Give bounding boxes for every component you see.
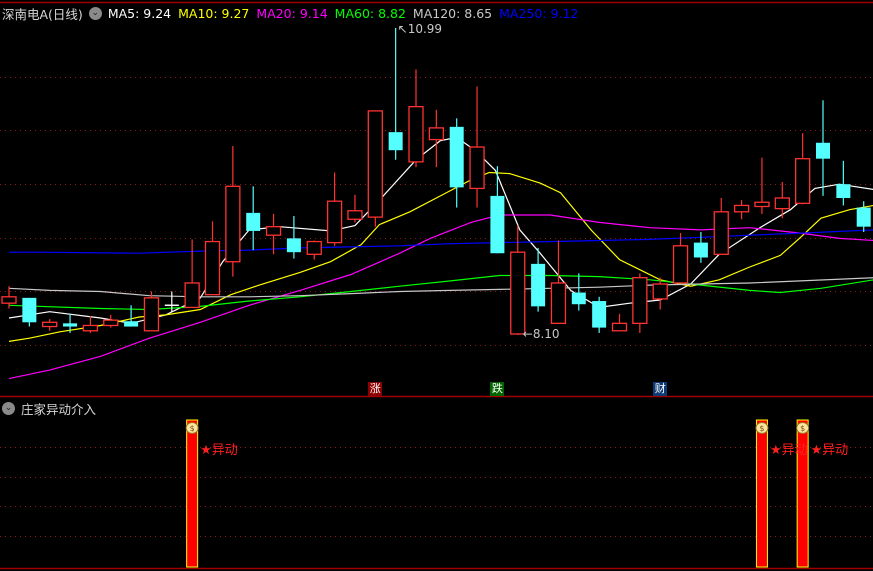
event-marker[interactable]: 跌 bbox=[490, 382, 505, 396]
ma60-line bbox=[8, 274, 873, 311]
low-price-label: ←8.10 bbox=[522, 327, 560, 342]
signal-annotation: ★异动 bbox=[200, 443, 238, 458]
candle-body-up bbox=[82, 324, 99, 332]
high-price-label: ↖10.99 bbox=[397, 22, 443, 37]
signal-annotation: ★异动 bbox=[810, 443, 849, 458]
signal-bar bbox=[755, 419, 768, 568]
candle-body-up bbox=[103, 319, 119, 327]
candle-body-up bbox=[306, 240, 322, 255]
chevron-down-icon[interactable]: ⌄ bbox=[88, 6, 102, 20]
low-price-value: 8.10 bbox=[532, 327, 560, 342]
candle-body-up bbox=[611, 322, 628, 332]
money-bag-symbol: $ bbox=[759, 424, 764, 433]
candle-body-up bbox=[408, 105, 424, 163]
candle-body-up bbox=[550, 282, 567, 324]
money-bag-symbol: $ bbox=[190, 424, 195, 433]
candle-body-down bbox=[816, 142, 830, 159]
candle-body-up bbox=[225, 185, 241, 263]
candlestick-chart[interactable]: $ $ $ bbox=[0, 0, 873, 571]
signal-annotation: ★异动 bbox=[769, 443, 808, 458]
candle-body-down bbox=[286, 238, 301, 253]
candle-body-up bbox=[1, 296, 17, 304]
indicator-title: 庄家异动介入 bbox=[21, 402, 97, 417]
candle-body-up bbox=[367, 110, 383, 218]
ma5-line bbox=[8, 136, 873, 324]
ma250-line bbox=[9, 229, 873, 254]
candle-body-down bbox=[571, 292, 586, 305]
candle-body-down bbox=[246, 212, 261, 231]
candle-body-up bbox=[733, 204, 750, 213]
candle-body-down bbox=[856, 207, 871, 227]
candle-body-up bbox=[265, 226, 282, 236]
ma5-label: MA5: 9.24 bbox=[107, 5, 172, 21]
chart-legend: 深南电A(日线) ⌄ MA5: 9.24 MA10: 9.27 MA20: 9.… bbox=[2, 4, 585, 22]
candle-body-down bbox=[592, 301, 607, 328]
candle-body-up bbox=[672, 245, 689, 284]
candle-body-up bbox=[510, 251, 526, 335]
ma10-line bbox=[8, 171, 873, 342]
high-price-value: 10.99 bbox=[407, 22, 443, 37]
ma120-line bbox=[8, 277, 873, 298]
ma20-label: MA20: 9.14 bbox=[256, 5, 328, 21]
candle-body-down bbox=[531, 263, 546, 307]
candle-body-up bbox=[632, 277, 648, 324]
ma10-label: MA10: 9.27 bbox=[178, 5, 250, 21]
candle-body-up bbox=[652, 283, 668, 300]
candle-body-up bbox=[143, 297, 160, 332]
ma60-label: MA60: 8.82 bbox=[334, 5, 406, 21]
candle-body-up bbox=[713, 211, 729, 255]
candle-body-up bbox=[184, 282, 200, 309]
candle-body-down bbox=[449, 126, 464, 188]
ma20-line bbox=[8, 214, 873, 380]
candle-body-down bbox=[388, 132, 403, 151]
candle-body-up bbox=[774, 197, 790, 210]
event-marker[interactable]: 涨 bbox=[368, 382, 383, 396]
candle-body-down bbox=[836, 184, 851, 199]
candle-body-up bbox=[795, 158, 811, 204]
candle-body-down bbox=[693, 242, 708, 258]
candle-body-up bbox=[326, 200, 343, 244]
stock-title: 深南电A(日线) bbox=[2, 6, 83, 22]
chevron-down-icon[interactable]: ⌄ bbox=[2, 402, 15, 415]
candle-body-down bbox=[124, 321, 139, 327]
candle-body-down bbox=[63, 323, 78, 327]
money-bag-symbol: $ bbox=[800, 424, 805, 433]
candle-body-up bbox=[428, 127, 445, 141]
candle-body-up bbox=[754, 201, 770, 208]
candle-body-up bbox=[42, 321, 58, 328]
candle-body-up bbox=[469, 146, 485, 190]
signal-bar bbox=[186, 419, 199, 568]
ma250-label: MA250: 9.12 bbox=[499, 5, 579, 21]
candle-body-down bbox=[490, 195, 505, 254]
ma120-label: MA120: 8.65 bbox=[412, 5, 493, 21]
event-marker[interactable]: 财 bbox=[653, 382, 668, 396]
indicator-panel-header: ⌄ 庄家异动介入 bbox=[2, 399, 96, 418]
candle-body-up bbox=[347, 210, 363, 220]
candle-body-down bbox=[22, 297, 37, 323]
candle-body-up bbox=[204, 240, 221, 296]
